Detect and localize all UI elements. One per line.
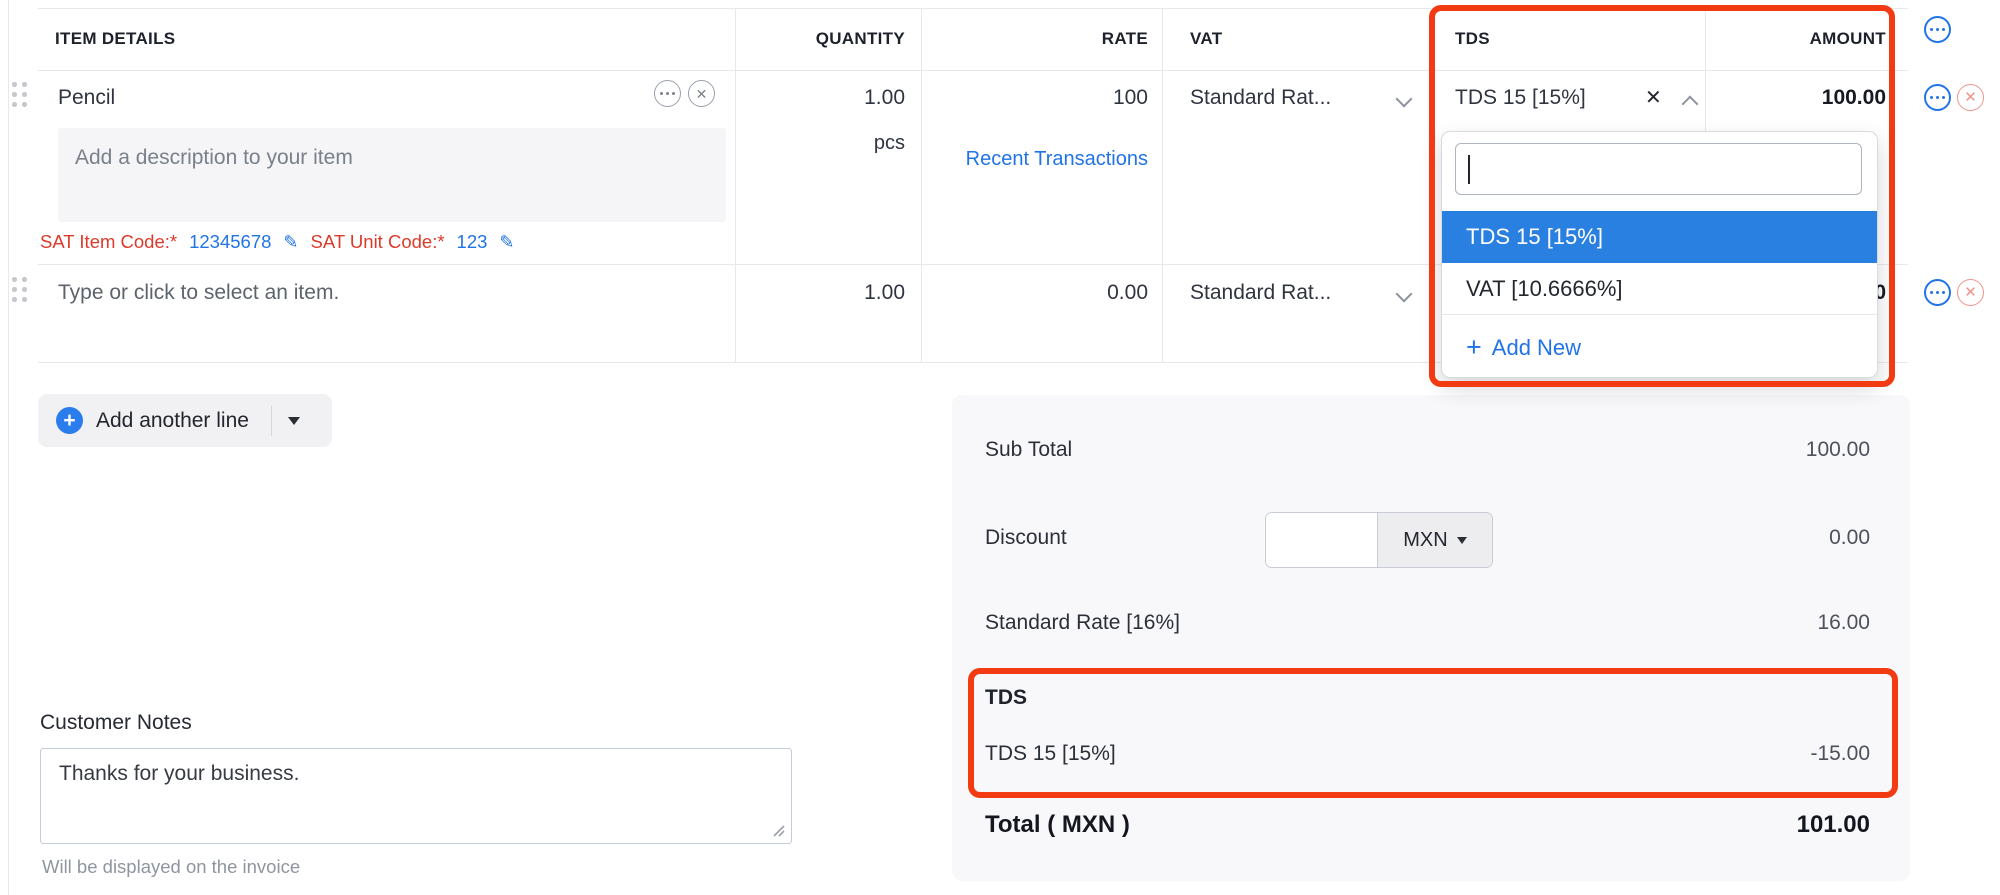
discount-label: Discount bbox=[985, 526, 1067, 550]
row1-item-name-field[interactable]: Pencil bbox=[58, 86, 115, 110]
row1-vat-select[interactable]: Standard Rat... bbox=[1190, 86, 1331, 110]
row2-vat-chevron-down-icon[interactable] bbox=[1396, 286, 1413, 303]
col-divider-quantity bbox=[735, 8, 736, 362]
total-label: Total ( MXN ) bbox=[985, 811, 1130, 839]
text-cursor bbox=[1468, 155, 1470, 184]
row1-tds-select[interactable]: TDS 15 [15%] bbox=[1455, 86, 1586, 110]
col-divider-vat bbox=[1162, 8, 1163, 362]
discount-amount-value: 0.00 bbox=[1829, 526, 1870, 550]
header-tds: TDS bbox=[1455, 29, 1490, 49]
plus-circle-icon: + bbox=[56, 407, 83, 434]
header-vat: VAT bbox=[1190, 29, 1222, 49]
tds-summary-highlight-annotation bbox=[968, 668, 1898, 798]
sat-item-code-edit-icon[interactable]: ✎ bbox=[283, 232, 298, 253]
sat-item-code-label: SAT Item Code:* bbox=[40, 231, 177, 253]
page-edge-divider bbox=[8, 0, 9, 895]
customer-notes-helper-text: Will be displayed on the invoice bbox=[42, 856, 300, 878]
row2-more-icon[interactable] bbox=[1924, 279, 1951, 306]
currency-caret-down-icon bbox=[1457, 537, 1467, 544]
tds-dropdown-option-tds15[interactable]: TDS 15 [15%] bbox=[1442, 211, 1877, 263]
ellipsis-icon bbox=[660, 92, 675, 95]
row2-delete-icon[interactable]: ✕ bbox=[1957, 279, 1984, 306]
table-settings-icon[interactable] bbox=[1924, 16, 1951, 43]
tds-dropdown-search-input[interactable] bbox=[1455, 143, 1862, 195]
tds-line-label: TDS 15 [15%] bbox=[985, 742, 1116, 766]
row1-item-clear-icon[interactable]: ✕ bbox=[688, 80, 715, 107]
tds-dropdown-add-new[interactable]: + Add New bbox=[1466, 334, 1581, 361]
row1-drag-handle-icon[interactable] bbox=[12, 82, 27, 107]
x-icon: ✕ bbox=[1964, 285, 1977, 300]
row1-recent-transactions-link[interactable]: Recent Transactions bbox=[921, 148, 1148, 171]
tds-section-title: TDS bbox=[985, 686, 1027, 710]
sat-unit-code-label: SAT Unit Code:* bbox=[311, 231, 445, 253]
sat-item-code-value[interactable]: 12345678 bbox=[189, 231, 271, 253]
row1-amount-value: 100.00 bbox=[1705, 86, 1886, 110]
textarea-resize-handle-icon[interactable] bbox=[770, 822, 785, 837]
tds-dropdown-panel: TDS 15 [15%] VAT [10.6666%] + Add New bbox=[1441, 131, 1878, 378]
sub-total-label: Sub Total bbox=[985, 438, 1072, 462]
x-icon: ✕ bbox=[1964, 90, 1977, 105]
button-divider bbox=[271, 406, 272, 436]
header-quantity: QUANTITY bbox=[735, 29, 905, 49]
add-new-label: Add New bbox=[1492, 335, 1581, 361]
header-item-details: ITEM DETAILS bbox=[55, 29, 175, 49]
col-divider-rate bbox=[921, 8, 922, 362]
row1-delete-icon[interactable]: ✕ bbox=[1957, 84, 1984, 111]
row1-more-icon[interactable] bbox=[1924, 84, 1951, 111]
table-header-border bbox=[38, 70, 1908, 71]
ellipsis-icon bbox=[1930, 291, 1945, 294]
discount-currency-select[interactable]: MXN bbox=[1377, 513, 1492, 567]
discount-input[interactable] bbox=[1266, 513, 1377, 567]
row1-tds-chevron-up-icon[interactable] bbox=[1682, 96, 1699, 113]
ellipsis-icon bbox=[1930, 96, 1945, 99]
row2-vat-select[interactable]: Standard Rat... bbox=[1190, 281, 1331, 305]
sat-unit-code-edit-icon[interactable]: ✎ bbox=[499, 232, 514, 253]
header-amount: AMOUNT bbox=[1705, 29, 1886, 49]
row2-rate-field[interactable]: 0.00 bbox=[921, 281, 1148, 305]
header-rate: RATE bbox=[921, 29, 1148, 49]
currency-label: MXN bbox=[1403, 529, 1447, 552]
invoice-line-items-screen: ITEM DETAILS QUANTITY RATE VAT TDS AMOUN… bbox=[0, 0, 2000, 895]
customer-notes-textarea[interactable]: Thanks for your business. bbox=[40, 748, 792, 844]
row1-item-menu-icon[interactable] bbox=[654, 80, 681, 107]
add-line-caret-down-icon[interactable] bbox=[288, 417, 300, 425]
row1-unit-label: pcs bbox=[735, 132, 905, 155]
add-another-line-label: Add another line bbox=[96, 409, 249, 433]
tax-value: 16.00 bbox=[1817, 611, 1870, 635]
x-icon: ✕ bbox=[696, 87, 708, 101]
table-top-border bbox=[38, 8, 1908, 9]
tds-line-value: -15.00 bbox=[1810, 742, 1870, 766]
row1-quantity-field[interactable]: 1.00 bbox=[735, 86, 905, 110]
invoice-summary-panel: Sub Total 100.00 Discount MXN 0.00 Stand… bbox=[952, 395, 1910, 881]
tds-dropdown-option-vat[interactable]: VAT [10.6666%] bbox=[1442, 263, 1877, 315]
sat-unit-code-value[interactable]: 123 bbox=[457, 231, 488, 253]
total-value: 101.00 bbox=[1797, 811, 1870, 839]
row2-quantity-field[interactable]: 1.00 bbox=[735, 281, 905, 305]
ellipsis-icon bbox=[1930, 28, 1945, 31]
add-another-line-button[interactable]: + Add another line bbox=[38, 394, 332, 447]
sub-total-value: 100.00 bbox=[1806, 438, 1870, 462]
row1-rate-field[interactable]: 100 bbox=[921, 86, 1148, 110]
customer-notes-label: Customer Notes bbox=[40, 711, 192, 735]
row1-description-placeholder: Add a description to your item bbox=[75, 146, 353, 170]
discount-control: MXN bbox=[1265, 512, 1493, 568]
plus-icon: + bbox=[1466, 334, 1482, 361]
row1-description-field[interactable]: Add a description to your item bbox=[58, 128, 726, 222]
row1-vat-chevron-down-icon[interactable] bbox=[1396, 91, 1413, 108]
tax-label: Standard Rate [16%] bbox=[985, 611, 1180, 635]
row1-sat-codes: SAT Item Code:* 12345678 ✎ SAT Unit Code… bbox=[40, 231, 515, 253]
row2-drag-handle-icon[interactable] bbox=[12, 277, 27, 302]
row2-item-select-field[interactable]: Type or click to select an item. bbox=[58, 281, 339, 305]
row1-tds-clear-x-icon[interactable]: ✕ bbox=[1645, 85, 1662, 110]
